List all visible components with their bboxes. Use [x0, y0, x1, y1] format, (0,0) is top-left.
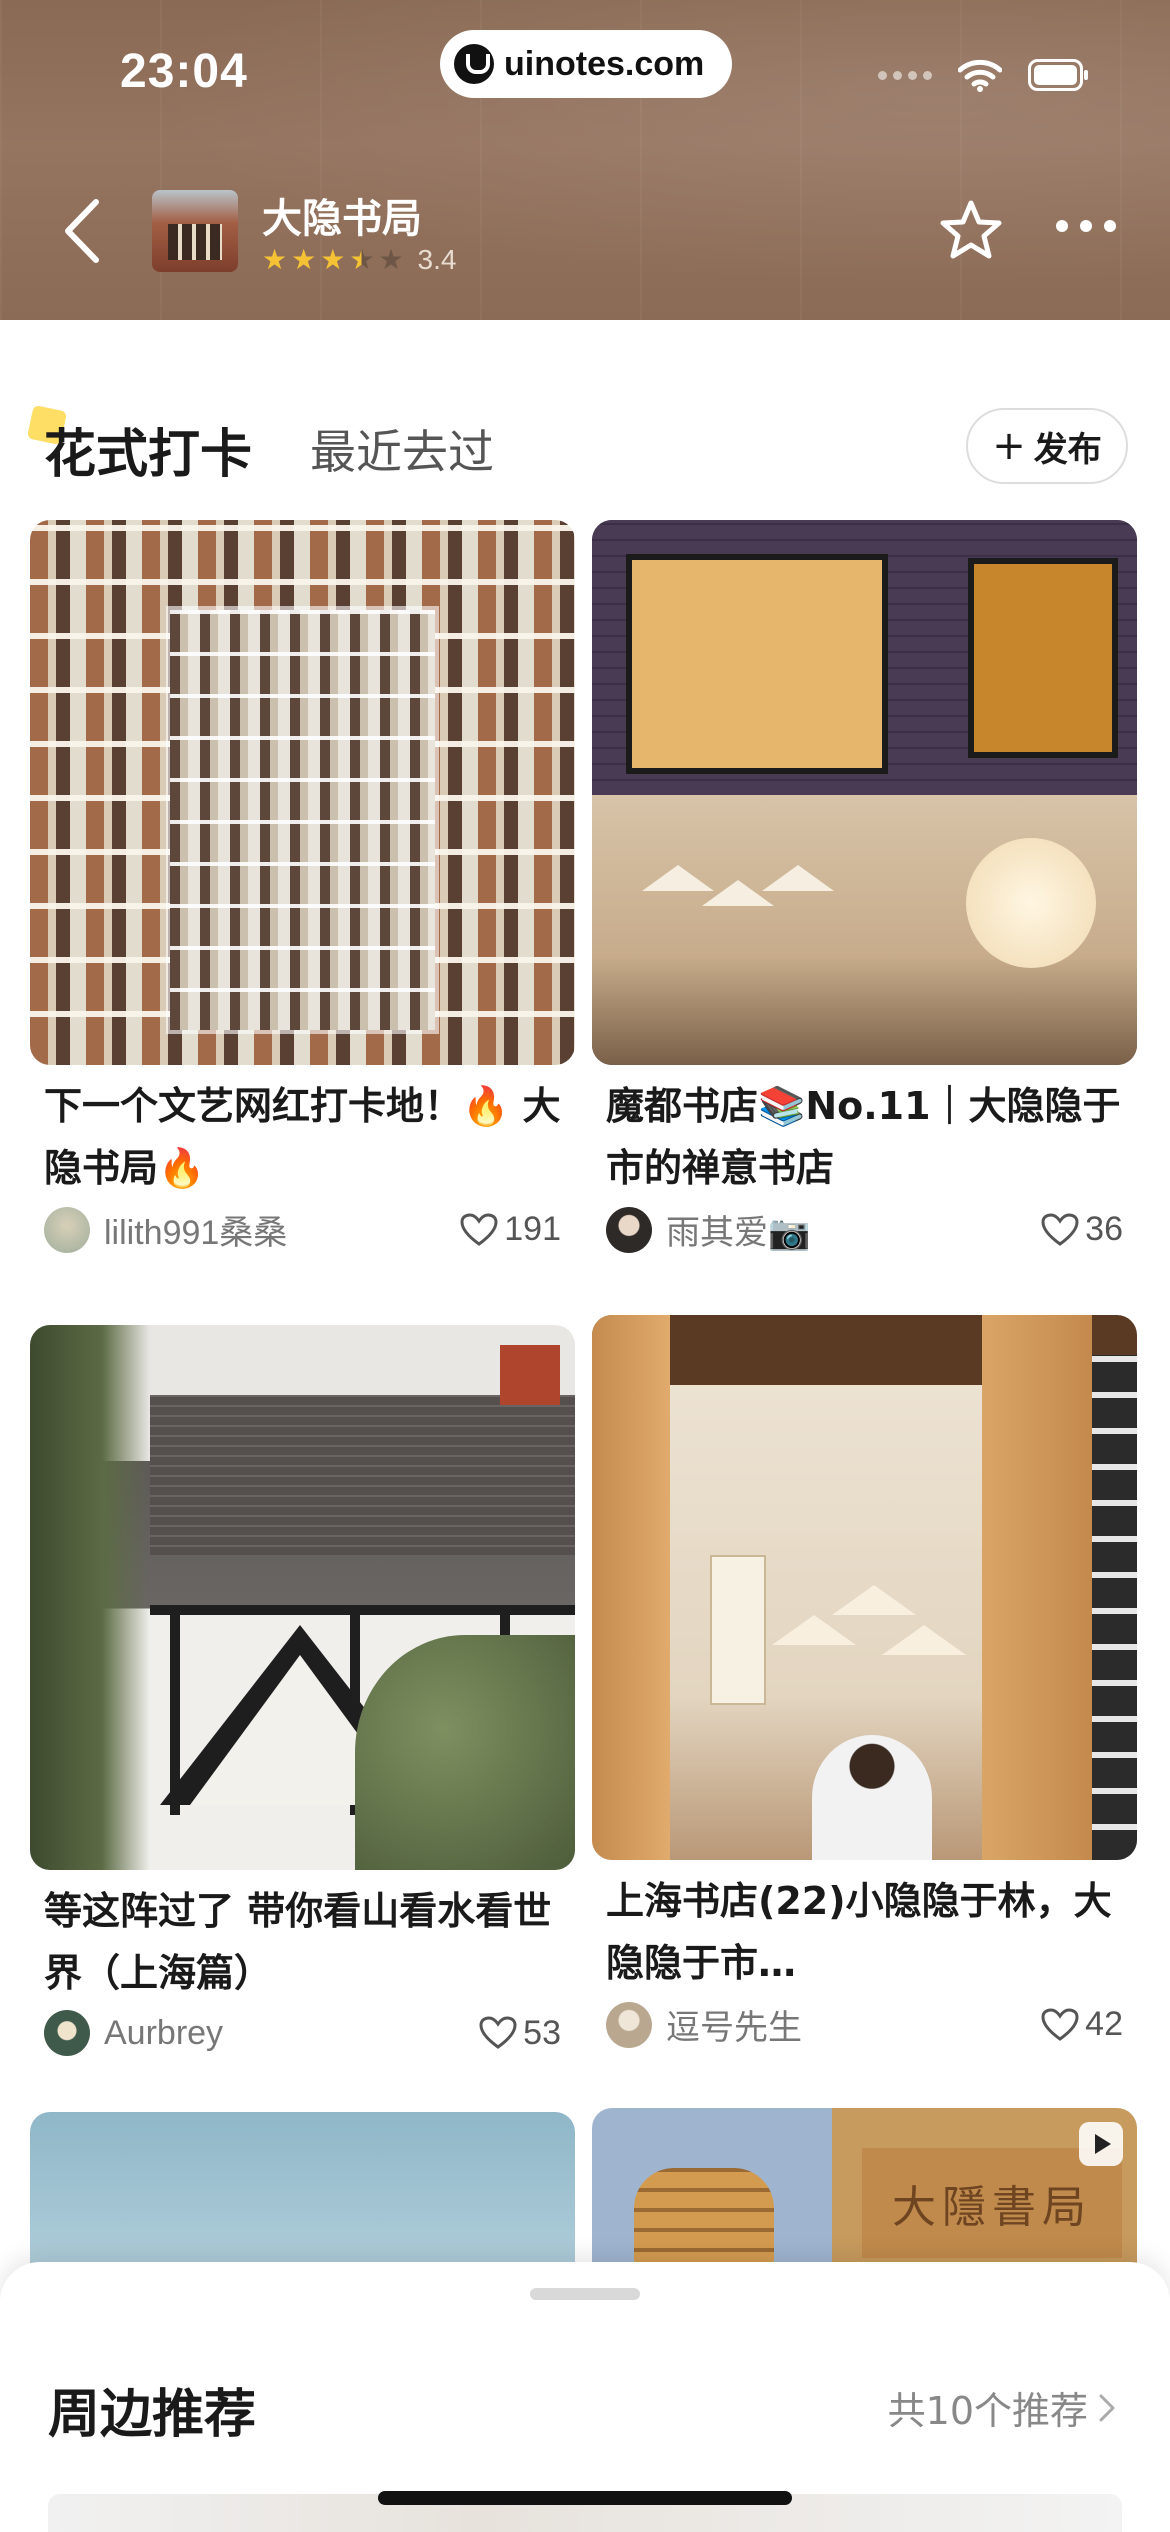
home-indicator[interactable] — [378, 2491, 792, 2505]
recommendation-count: 共10个推荐 — [887, 2389, 1088, 2433]
avatar — [606, 2001, 652, 2048]
publish-button[interactable]: + 发布 — [966, 408, 1128, 484]
post-image[interactable] — [592, 520, 1137, 1065]
like-button[interactable]: 191 — [460, 1210, 561, 1249]
rating-row: ★ ★ ★ ★ ★ 3.4 — [262, 244, 456, 276]
post-title: 等这阵过了 带你看山看水看世界（上海篇） — [44, 1889, 552, 1995]
status-indicators — [878, 58, 1090, 92]
post-title: 上海书店(22)小隐隐于林，大隐隐于市… — [606, 1879, 1112, 1985]
drag-handle[interactable] — [530, 2288, 640, 2300]
avatar — [44, 1206, 90, 1253]
star-icon: ★ — [262, 243, 288, 276]
page-header: 23:04 uinotes.com 大隐书局 ★ ★ ★ ★ ★ 3.4 — [0, 0, 1170, 320]
post-author[interactable]: 雨其爱📷 — [606, 1205, 810, 1254]
author-name: lilith991桑桑 — [104, 1214, 288, 1252]
author-name: Aurbrey — [104, 2013, 224, 2052]
avatar — [606, 1206, 652, 1253]
heart-icon — [1041, 2007, 1079, 2041]
post-meta: Aurbrey 53 — [30, 2010, 575, 2056]
star-empty-icon: ★ — [378, 243, 404, 276]
back-icon[interactable] — [58, 196, 106, 266]
heart-icon — [479, 2016, 517, 2049]
star-half-icon: ★ — [349, 243, 375, 276]
author-name: 逗号先生 — [666, 2009, 802, 2047]
post-meta: 逗号先生 42 — [592, 2000, 1137, 2049]
feed-card[interactable]: 等这阵过了 带你看山看水看世界（上海篇） Aurbrey 53 — [30, 1325, 575, 2056]
like-button[interactable]: 36 — [1041, 1210, 1123, 1249]
post-image[interactable] — [30, 520, 575, 1065]
like-count: 53 — [523, 2013, 561, 2052]
star-icon: ★ — [320, 243, 346, 276]
post-meta: lilith991桑桑 191 — [30, 1205, 575, 1254]
signal-icon — [878, 70, 932, 80]
post-meta: 雨其爱📷 36 — [592, 1205, 1137, 1254]
publish-label: 发布 — [1033, 429, 1102, 470]
author-name: 雨其爱📷 — [666, 1214, 811, 1252]
feed-card[interactable]: 魔都书店📚No.11｜大隐隐于市的禅意书店 雨其爱📷 36 — [592, 520, 1137, 1254]
post-image[interactable] — [592, 1315, 1137, 1860]
more-icon[interactable] — [1056, 220, 1116, 232]
star-icon: ★ — [291, 243, 317, 276]
favorite-star-icon[interactable] — [938, 198, 1004, 264]
post-title: 下一个文艺网红打卡地！🔥 大隐书局🔥 — [44, 1084, 561, 1190]
url-pill[interactable]: uinotes.com — [440, 30, 732, 98]
shop-thumbnail[interactable] — [152, 190, 238, 272]
post-author[interactable]: Aurbrey — [44, 2010, 223, 2056]
post-author[interactable]: lilith991桑桑 — [44, 1205, 287, 1254]
post-author[interactable]: 逗号先生 — [606, 2000, 802, 2049]
post-title: 魔都书店📚No.11｜大隐隐于市的禅意书店 — [606, 1084, 1121, 1190]
url-text: uinotes.com — [504, 44, 705, 83]
shop-name: 大隐书局 — [262, 196, 422, 242]
tab-recent-visits[interactable]: 最近去过 — [310, 416, 494, 482]
site-logo-icon — [454, 44, 494, 84]
like-button[interactable]: 42 — [1041, 2005, 1123, 2044]
post-image[interactable] — [30, 1325, 575, 1870]
like-count: 36 — [1085, 1210, 1123, 1248]
feed-card[interactable]: 上海书店(22)小隐隐于林，大隐隐于市… 逗号先生 42 — [592, 1315, 1137, 2049]
chevron-right-icon — [1099, 2394, 1115, 2421]
like-count: 191 — [504, 1210, 561, 1248]
avatar — [44, 2010, 90, 2056]
rating-value: 3.4 — [417, 244, 457, 275]
sheet-title: 周边推荐 — [48, 2385, 257, 2445]
tab-check-in[interactable]: 花式打卡 — [44, 412, 252, 487]
status-time: 23:04 — [120, 45, 248, 98]
recommendation-count-link[interactable]: 共10个推荐 — [888, 2380, 1116, 2435]
like-button[interactable]: 53 — [479, 2014, 561, 2053]
plus-icon: + — [992, 423, 1026, 469]
heart-icon — [1041, 1212, 1079, 1246]
video-play-icon — [1079, 2122, 1123, 2166]
like-count: 42 — [1085, 2005, 1123, 2043]
heart-icon — [460, 1212, 498, 1246]
wifi-icon — [958, 58, 1002, 92]
feed-card[interactable]: 下一个文艺网红打卡地！🔥 大隐书局🔥 lilith991桑桑 191 — [30, 520, 575, 1254]
battery-icon — [1028, 59, 1090, 91]
